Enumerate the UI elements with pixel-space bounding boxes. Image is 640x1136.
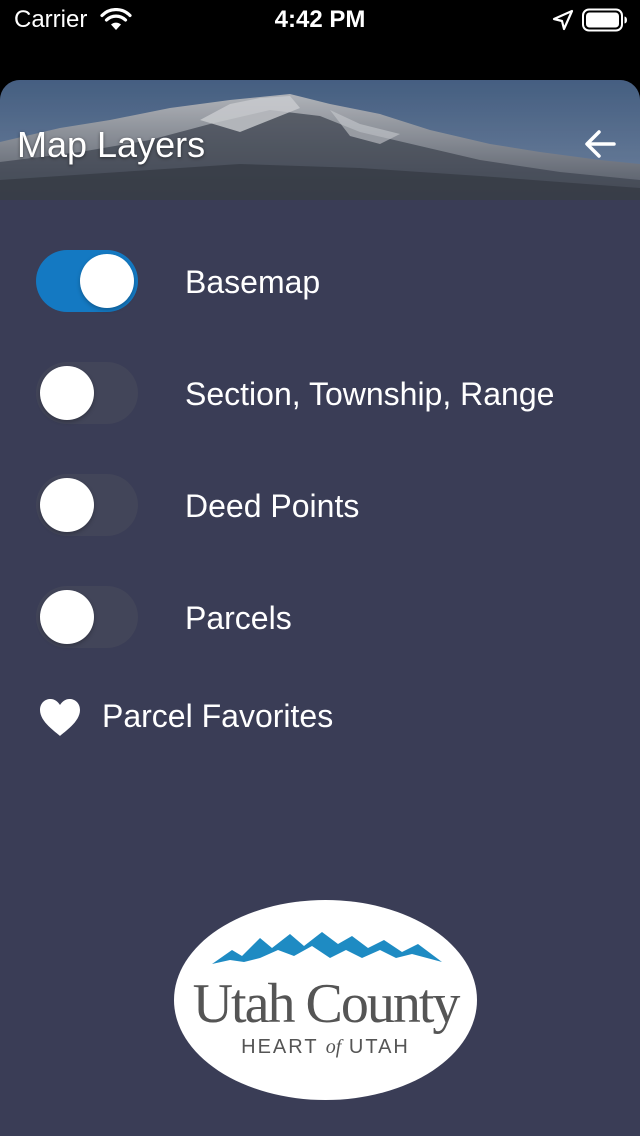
layer-row-section-township-range: Section, Township, Range [0,362,640,426]
layer-label: Basemap [185,264,321,300]
mountains-icon [212,932,442,964]
toggle-knob [80,254,134,308]
utah-county-logo: Utah County HEART of UTAH [174,900,477,1100]
arrow-left-icon [585,130,616,158]
layer-label: Parcels [185,600,292,636]
battery-icon [582,8,628,39]
basemap-toggle[interactable] [36,250,138,312]
deed-points-toggle[interactable] [36,474,138,536]
status-bar: Carrier 4:42 PM [0,0,640,40]
logo-tagline-of: of [325,1036,342,1058]
layer-row-deed-points: Deed Points [0,474,640,538]
layer-label: Deed Points [185,488,360,524]
status-time: 4:42 PM [274,6,366,33]
header: Map Layers [0,80,640,200]
logo-name: Utah County [192,973,461,1035]
layer-row-parcels: Parcels [0,586,640,650]
parcel-favorites-button[interactable]: Parcel Favorites [36,694,436,744]
section-township-range-toggle[interactable] [36,362,138,424]
layer-row-basemap: Basemap [0,250,640,314]
map-layers-panel: Map Layers Basemap Section, Township, Ra… [0,80,640,1136]
toggle-knob [40,590,94,644]
logo-tagline: HEART of UTAH [174,1036,477,1059]
logo-tagline-heart: HEART [241,1036,319,1058]
back-button[interactable] [578,122,622,166]
location-arrow-icon [552,9,574,38]
wifi-icon [100,8,132,39]
layer-label: Section, Township, Range [185,376,555,412]
toggle-knob [40,366,94,420]
logo-tagline-utah: UTAH [348,1036,410,1058]
toggle-knob [40,478,94,532]
page-title: Map Layers [17,124,206,165]
heart-icon [38,698,82,743]
parcel-favorites-label: Parcel Favorites [102,698,334,734]
carrier-label: Carrier [14,6,88,33]
parcels-toggle[interactable] [36,586,138,648]
